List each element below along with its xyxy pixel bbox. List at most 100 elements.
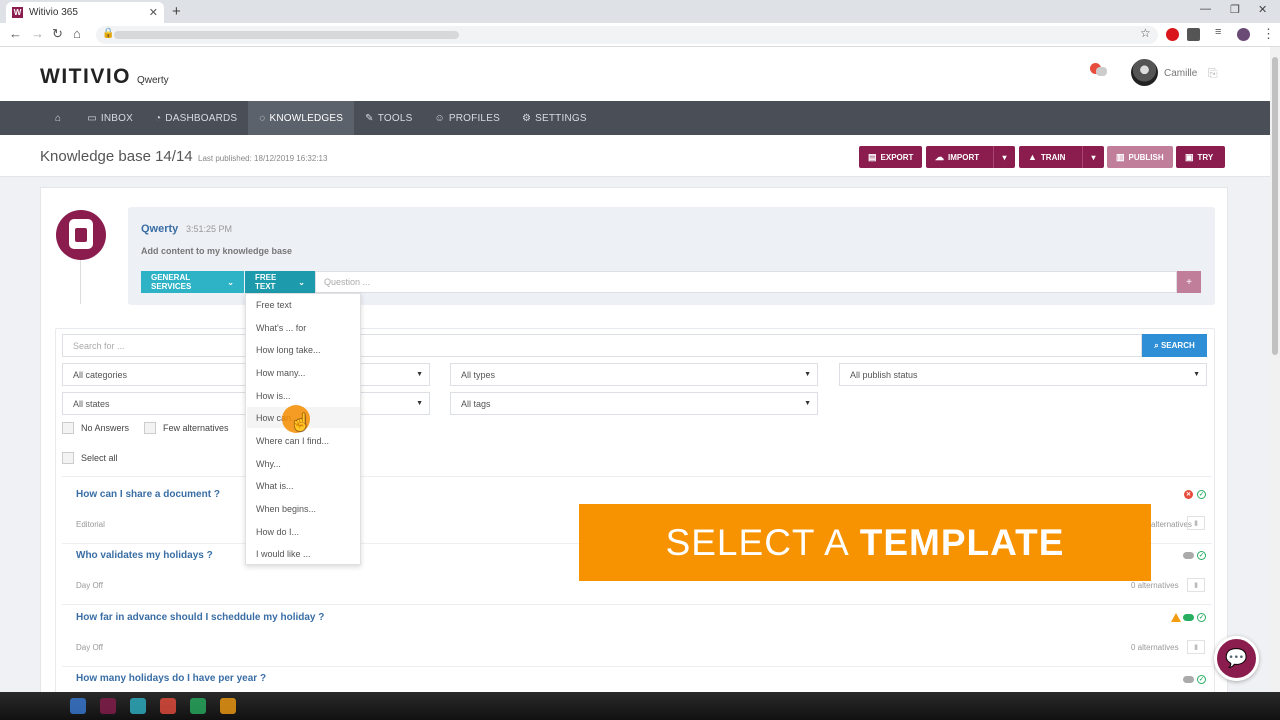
dropdown-item[interactable]: How many... [256, 368, 305, 378]
media-icon[interactable]: ≡ [1215, 26, 1221, 38]
taskbar-app-icon[interactable] [130, 698, 146, 714]
table-row-title[interactable]: How many holidays do I have per year ? [76, 673, 266, 684]
chevron-down-icon[interactable]: ▾ [993, 146, 1015, 168]
opera-extension-icon[interactable] [1166, 28, 1179, 41]
question-input[interactable]: Question ... [315, 271, 1177, 293]
notification-icon[interactable] [1090, 63, 1108, 77]
try-button[interactable]: ▣ TRY [1176, 146, 1225, 168]
category-select[interactable]: GENERAL SERVICES ⌄ [141, 271, 244, 293]
browser-tab[interactable]: W Witivio 365 ✕ [6, 2, 164, 23]
few-alternatives-checkbox[interactable] [144, 422, 156, 434]
nav-profiles[interactable]: ☺ PROFILES [423, 101, 510, 135]
chevron-down-icon: ⌄ [227, 277, 234, 287]
train-button[interactable]: ▲ TRAIN ▾ [1019, 146, 1104, 168]
categories-value: All categories [73, 369, 128, 380]
dropdown-item[interactable]: Free text [256, 300, 292, 310]
minimize-icon[interactable]: — [1200, 3, 1211, 15]
select-all-checkbox[interactable] [62, 452, 74, 464]
row-alternatives: 0 alternatives [1131, 643, 1179, 652]
back-icon[interactable]: ← [9, 26, 22, 41]
tags-select[interactable]: All tags ▼ [450, 392, 818, 415]
profile-icon[interactable] [1237, 28, 1250, 41]
logout-icon[interactable]: ⎘ [1208, 66, 1218, 81]
error-status-icon: ✕ [1184, 490, 1193, 499]
nav-label: INBOX [100, 112, 134, 124]
timeline-line [80, 260, 81, 304]
maximize-icon[interactable]: ❐ [1230, 3, 1240, 16]
type-select[interactable]: FREE TEXT ⌄ [245, 271, 315, 293]
category-label: GENERAL SERVICES [151, 273, 192, 291]
row-alternatives: alternatives [1151, 520, 1192, 529]
taskbar-app-icon[interactable] [160, 698, 176, 714]
url-input[interactable]: 🔒 [96, 26, 1158, 44]
no-answers-label: No Answers [81, 423, 130, 433]
page-title: Knowledge base 14/14 [40, 148, 193, 165]
nav-home[interactable]: ⌂ [44, 101, 76, 135]
taskbar-app-icon[interactable] [70, 698, 86, 714]
dropdown-item[interactable]: What's ... for [256, 323, 306, 333]
export-button[interactable]: ▤ EXPORT [859, 146, 922, 168]
row-category: Day Off [76, 581, 103, 590]
reload-icon[interactable]: ↻ [52, 26, 63, 42]
nav-dashboards[interactable]: ◔ DASHBOARDS [144, 101, 248, 135]
trash-icon[interactable]: ▮ [1187, 640, 1205, 654]
table-row-title[interactable]: How far in advance should I scheddule my… [76, 612, 324, 623]
chevron-down-icon: ▼ [804, 400, 811, 407]
close-window-icon[interactable]: ✕ [1258, 3, 1267, 16]
dropdown-item[interactable]: How do I... [256, 527, 299, 537]
publish-button[interactable]: ▥ PUBLISH [1107, 146, 1173, 168]
banner-light-text: SELECT A [665, 521, 850, 563]
check-status-icon: ✓ [1197, 551, 1206, 560]
search-input[interactable]: Search for ... [62, 334, 1142, 357]
chevron-down-icon[interactable]: ▾ [1082, 146, 1104, 168]
no-answers-checkbox[interactable] [62, 422, 74, 434]
dropdown-item[interactable]: Where can I find... [256, 436, 329, 446]
taskbar-app-icon[interactable] [220, 698, 236, 714]
menu-dots-icon[interactable]: ⋮ [1262, 26, 1275, 42]
browser-tabbar: W Witivio 365 ✕ + — ❐ ✕ [0, 0, 1280, 23]
new-tab-button[interactable]: + [172, 3, 181, 20]
chat-bubble-button[interactable]: 💬 [1214, 636, 1259, 681]
dropdown-item[interactable]: Why... [256, 459, 281, 469]
trash-icon[interactable]: ▮ [1187, 578, 1205, 592]
nav-settings[interactable]: ⚙ SETTINGS [511, 101, 598, 135]
publish-status-select[interactable]: All publish status ▼ [839, 363, 1207, 386]
taskbar-app-icon[interactable] [100, 698, 116, 714]
bookmark-star-icon[interactable]: ☆ [1140, 26, 1151, 40]
banner-bold-text: TEMPLATE [859, 521, 1065, 563]
add-question-button[interactable]: + [1177, 271, 1201, 293]
dropdown-item[interactable]: I would like ... [256, 549, 311, 559]
search-button[interactable]: ⌕ SEARCH [1142, 334, 1207, 357]
username[interactable]: Camille [1164, 68, 1197, 79]
table-row-title[interactable]: Who validates my holidays ? [76, 550, 213, 561]
types-value: All types [461, 369, 496, 380]
nav-tools[interactable]: ✎ TOOLS [354, 101, 423, 135]
publish-status-value: All publish status [850, 369, 918, 380]
publish-label: PUBLISH [1128, 152, 1164, 162]
dropdown-item[interactable]: How is... [256, 391, 291, 401]
taskbar-app-icon[interactable] [190, 698, 206, 714]
home-browser-icon[interactable]: ⌂ [73, 26, 81, 41]
nav-knowledges[interactable]: ◌ KNOWLEDGES [248, 101, 355, 135]
table-row-title[interactable]: How can I share a document ? [76, 489, 220, 500]
graduation-cap-icon: ▲ [1028, 152, 1037, 162]
check-status-icon: ✓ [1197, 490, 1206, 499]
avatar[interactable] [1131, 59, 1158, 86]
dropdown-item[interactable]: What is... [256, 481, 294, 491]
types-select[interactable]: All types ▼ [450, 363, 818, 386]
dropdown-item[interactable]: When begins... [256, 504, 316, 514]
last-published: Last published: 18/12/2019 16:32:13 [198, 154, 328, 163]
close-tab-icon[interactable]: ✕ [149, 6, 158, 19]
type-label: FREE TEXT [255, 273, 277, 291]
nav-inbox[interactable]: ▭ INBOX [76, 101, 144, 135]
dropdown-item[interactable]: How long take... [256, 345, 321, 355]
hand-cursor-icon: ☝ [290, 413, 312, 432]
trash-icon[interactable]: ▮ [1187, 516, 1205, 530]
import-button[interactable]: ☁ IMPORT ▾ [926, 146, 1015, 168]
extension-icon[interactable] [1187, 28, 1200, 41]
app-logo[interactable]: WITIVIO [40, 65, 131, 89]
scrollbar-thumb[interactable] [1272, 57, 1278, 355]
forward-icon[interactable]: → [31, 26, 44, 41]
cloud-upload-icon: ☁ [935, 151, 944, 162]
row-divider [62, 604, 1212, 605]
